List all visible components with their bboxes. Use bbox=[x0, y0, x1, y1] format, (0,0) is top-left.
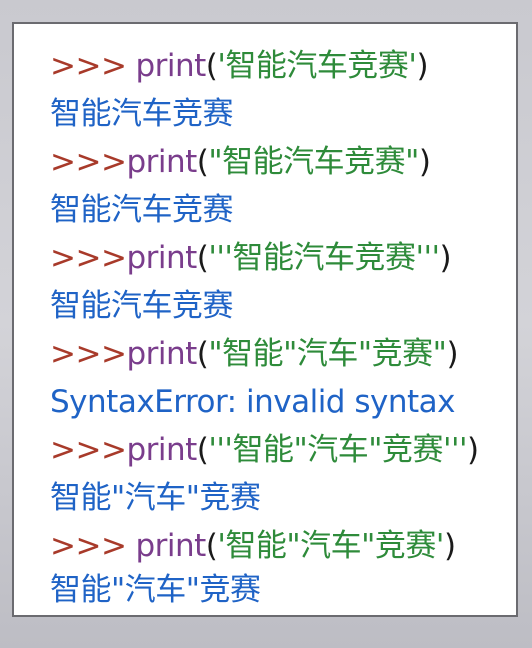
function-name: print bbox=[126, 432, 197, 468]
code-line-input: >>>print("智能汽车竞赛") bbox=[50, 142, 431, 182]
code-line-input: >>> print('智能"汽车"竞赛') bbox=[50, 526, 456, 566]
string-literal: "智能"汽车"竞赛" bbox=[208, 336, 447, 372]
prompt: >>> bbox=[50, 48, 127, 84]
code-line-output: 智能汽车竞赛 bbox=[50, 288, 234, 324]
function-name: print bbox=[126, 336, 197, 372]
open-paren: ( bbox=[196, 144, 209, 180]
close-paren: ) bbox=[439, 240, 452, 276]
close-paren: ) bbox=[467, 432, 479, 468]
code-panel: >>> print('智能汽车竞赛') 智能汽车竞赛 >>>print("智能汽车… bbox=[12, 22, 518, 617]
slide-background: >>> print('智能汽车竞赛') 智能汽车竞赛 >>>print("智能汽车… bbox=[0, 0, 532, 648]
close-paren: ) bbox=[418, 144, 431, 180]
string-literal: "智能汽车竞赛" bbox=[208, 144, 419, 180]
code-line-output: 智能汽车竞赛 bbox=[50, 96, 234, 132]
string-literal: '智能"汽车"竞赛' bbox=[217, 528, 444, 564]
open-paren: ( bbox=[205, 528, 218, 564]
close-paren: ) bbox=[443, 528, 456, 564]
function-name: print bbox=[126, 144, 197, 180]
prompt: >>> bbox=[50, 336, 127, 372]
function-name: print bbox=[135, 528, 206, 564]
code-line-output: 智能汽车竞赛 bbox=[50, 192, 234, 228]
open-paren: ( bbox=[196, 432, 209, 468]
error-message: SyntaxError: invalid syntax bbox=[50, 384, 456, 420]
code-line-input: >>>print('''智能"汽车"竞赛''') bbox=[50, 430, 479, 470]
function-name: print bbox=[126, 240, 197, 276]
prompt: >>> bbox=[50, 240, 127, 276]
open-paren: ( bbox=[205, 48, 218, 84]
prompt: >>> bbox=[50, 144, 127, 180]
function-name: print bbox=[135, 48, 206, 84]
open-paren: ( bbox=[196, 336, 209, 372]
string-literal: '''智能汽车竞赛''' bbox=[208, 240, 440, 276]
close-paren: ) bbox=[446, 336, 459, 372]
code-line-output: 智能"汽车"竞赛 bbox=[50, 572, 261, 608]
open-paren: ( bbox=[196, 240, 209, 276]
close-paren: ) bbox=[416, 48, 429, 84]
string-literal: '''智能"汽车"竞赛''' bbox=[208, 432, 468, 468]
prompt: >>> bbox=[50, 528, 127, 564]
code-line-output: 智能"汽车"竞赛 bbox=[50, 480, 261, 516]
code-line-input: >>>print("智能"汽车"竞赛") bbox=[50, 334, 459, 374]
code-line-input: >>>print('''智能汽车竞赛''') bbox=[50, 238, 452, 278]
string-literal: '智能汽车竞赛' bbox=[217, 48, 417, 84]
prompt: >>> bbox=[50, 432, 127, 468]
code-line-input: >>> print('智能汽车竞赛') bbox=[50, 46, 429, 86]
